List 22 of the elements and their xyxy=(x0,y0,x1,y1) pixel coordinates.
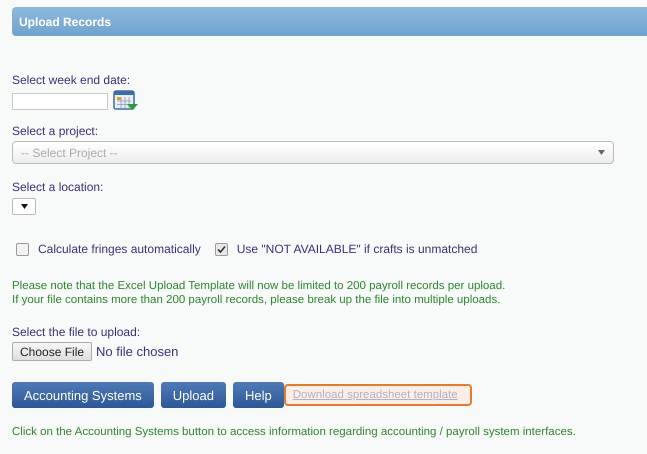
checkbox[interactable] xyxy=(16,242,29,256)
action-button[interactable]: Accounting Systems xyxy=(12,382,154,408)
file-status: No file chosen xyxy=(96,344,178,359)
checkbox-label: Calculate fringes automatically xyxy=(38,242,201,256)
header-title: Upload Records xyxy=(19,14,112,28)
date-field[interactable] xyxy=(12,92,108,110)
action-button[interactable]: Help xyxy=(232,382,284,408)
choose-file-button[interactable]: Choose File xyxy=(12,342,92,361)
field-label: Select week end date: xyxy=(12,73,132,88)
field-label: Select a location: xyxy=(12,180,104,195)
checkbox-label: Use "NOT AVAILABLE" if crafts is unmatched xyxy=(236,242,478,256)
notice-text: Please note that the Excel Upload Template will now be limited to 200 payroll records per upload. xyxy=(12,279,506,293)
field-label: Select the file to upload: xyxy=(12,325,142,340)
calendar-icon[interactable] xyxy=(112,90,140,112)
info-text: Click on the Accounting Systems button to access information regarding accounting / payroll system interfaces. xyxy=(12,426,577,438)
notice-text: If your file contains more than 200 payroll records, please break up the file into multiple uploads. xyxy=(12,293,502,307)
location-dropdown[interactable] xyxy=(12,198,36,215)
caret-icon xyxy=(20,204,28,209)
field-label: Select a project: xyxy=(12,124,100,139)
checkbox[interactable] xyxy=(214,242,228,256)
caret-icon xyxy=(598,150,605,155)
action-button[interactable]: Upload xyxy=(160,382,226,408)
